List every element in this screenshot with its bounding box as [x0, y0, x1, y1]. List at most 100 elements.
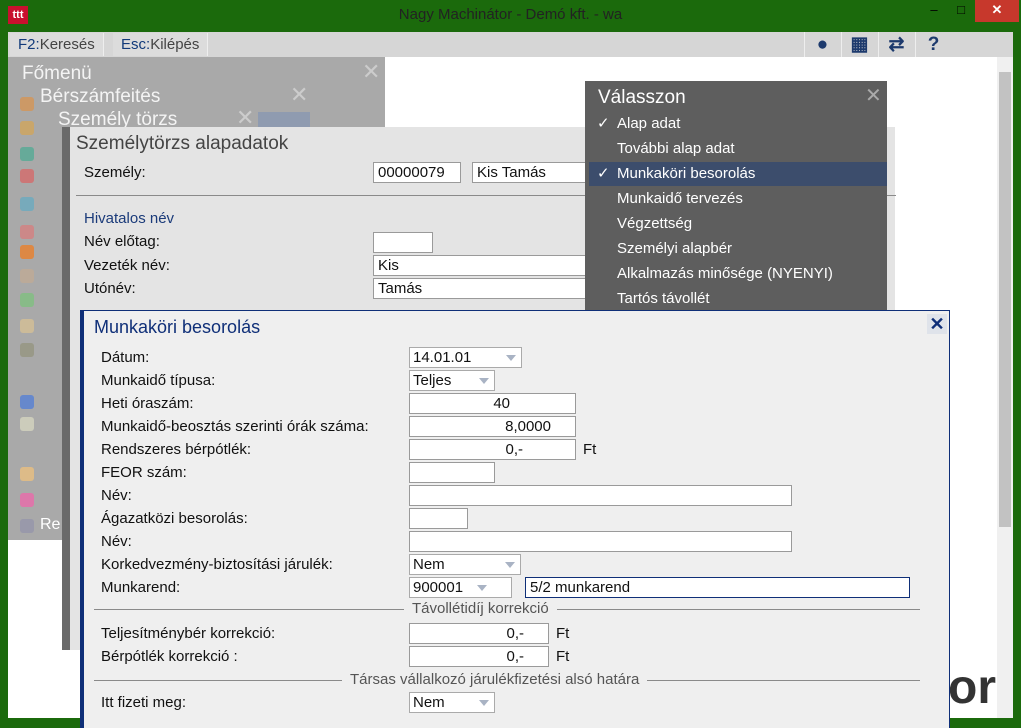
help-icon[interactable]: ? [915, 32, 951, 57]
nev1-label: Név: [101, 487, 132, 504]
menu-item-label: Munkaköri besorolás [617, 165, 756, 182]
beosztas-label: Munkaidő-beosztás szerinti órák száma: [101, 418, 369, 435]
close-icon[interactable]: ✕ [927, 314, 947, 334]
teljesitmeny-label: Teljesítménybér korrekció: [101, 625, 276, 642]
menu-item[interactable]: Személyi alapbér [589, 237, 887, 261]
exit-button[interactable]: Esc:Kilépés [113, 33, 209, 56]
vezeteknev-field[interactable]: Kis [373, 255, 593, 276]
menu-item-label: További alap adat [617, 140, 735, 157]
menu-close-icon[interactable]: ✕ [362, 59, 380, 85]
munkaido-tipusa-label: Munkaidő típusa: [101, 372, 216, 389]
munkaido-tipusa-select[interactable]: Teljes [409, 370, 495, 391]
currency-label: Ft [556, 625, 570, 642]
nev-elotag-label: Név előtag: [84, 233, 160, 250]
korked-label: Korkedvezmény-biztosítási járulék: [101, 556, 333, 573]
f2-key: F2: [18, 36, 40, 53]
feor-field[interactable] [409, 462, 495, 483]
berpotlek-field[interactable]: 0,- [409, 646, 549, 667]
szemely-id-field[interactable]: 00000079 [373, 162, 461, 183]
korked-select[interactable]: Nem [409, 554, 521, 575]
menu-icon [20, 269, 34, 283]
menu-icon [20, 245, 34, 259]
menu-item-label: Alap adat [617, 115, 681, 132]
menu-icon [20, 417, 34, 431]
potlek-label: Rendszeres bérpótlék: [101, 441, 252, 458]
menu-item-label: Személyi alapbér [617, 240, 733, 257]
exit-label: Kilépés [150, 36, 200, 53]
close-button[interactable]: ✕ [975, 0, 1019, 22]
menu-item[interactable]: Tartós távollét [589, 287, 887, 311]
dialog-title: Munkaköri besorolás [94, 317, 261, 337]
munkarend-code: 900001 [413, 579, 464, 596]
agazat-label: Ágazatközi besorolás: [101, 510, 248, 527]
currency-label: Ft [583, 441, 597, 458]
menu-title: Válasszon [598, 87, 686, 108]
itt-fizeti-value: Nem [413, 694, 445, 711]
teljesitmeny-field[interactable]: 0,- [409, 623, 549, 644]
close-icon[interactable]: ✕ [865, 83, 882, 108]
menu-item[interactable]: Munkaidő tervezés [589, 187, 887, 211]
munkarend-select[interactable]: 900001 [409, 577, 512, 598]
background-text: or [948, 661, 996, 714]
menu-item[interactable]: Alkalmazás minősége (NYENYI) [589, 262, 887, 286]
menu-icon [20, 319, 34, 333]
itt-fizeti-label: Itt fizeti meg: [101, 694, 187, 711]
utonev-label: Utónév: [84, 280, 136, 297]
submenu-close-icon[interactable]: ✕ [290, 82, 308, 108]
menu-item[interactable]: ✓ Alap adat [589, 112, 887, 136]
swap-icon[interactable]: ⇄ [878, 32, 914, 57]
menu-item-label: Tartós távollét [617, 290, 710, 307]
settings-icon [20, 519, 34, 533]
feor-label: FEOR szám: [101, 464, 187, 481]
menu-bérszámfejtés[interactable]: Bérszámfeités [40, 86, 160, 108]
datum-select[interactable]: 14.01.01 [409, 347, 522, 368]
menu-icon [20, 121, 34, 135]
section-heading: Hivatalos név [84, 210, 175, 227]
szemely-name-field[interactable]: Kis Tamás [472, 162, 592, 183]
minimize-button[interactable]: – [920, 0, 948, 22]
esc-key: Esc: [121, 36, 151, 53]
menu-icon [20, 147, 34, 161]
maximize-button[interactable]: □ [947, 0, 975, 22]
nev-elotag-field[interactable] [373, 232, 433, 253]
chevron-down-icon [479, 700, 489, 706]
utonev-field[interactable]: Tamás [373, 278, 593, 299]
dialog-title: Személytörzs alapadatok [76, 133, 289, 154]
szemely-label: Személy: [84, 164, 146, 181]
datum-label: Dátum: [101, 349, 150, 366]
menu-icon [20, 169, 34, 183]
korked-value: Nem [413, 556, 445, 573]
munkaido-tipusa-value: Teljes [413, 372, 452, 389]
menu-title: Főmenü [22, 63, 92, 84]
chevron-down-icon [477, 585, 487, 591]
menu-item[interactable]: Végzettség [589, 212, 887, 236]
munkarend-name-field[interactable]: 5/2 munkarend [525, 577, 910, 598]
currency-label: Ft [556, 648, 570, 665]
nev2-field[interactable] [409, 531, 792, 552]
checkmark-icon: ✓ [597, 165, 610, 182]
chevron-down-icon [479, 378, 489, 384]
chevron-down-icon [505, 562, 515, 568]
menu-icon [20, 225, 34, 239]
title-bar: ttt Nagy Machinátor - Demó kft. - wa – □… [0, 0, 1021, 30]
search-button[interactable]: F2:Keresés [10, 33, 104, 56]
nev1-field[interactable] [409, 485, 792, 506]
itt-fizeti-select[interactable]: Nem [409, 692, 495, 713]
user-icon[interactable]: ● [804, 32, 840, 57]
menu-item[interactable]: ✓ Munkaköri besorolás [589, 162, 887, 186]
menu-item[interactable]: További alap adat [589, 137, 887, 161]
agazat-field[interactable] [409, 508, 468, 529]
menu-item[interactable]: Re [40, 516, 60, 534]
toolbar: F2:Keresés Esc:Kilépés ● ▦ ⇄ ? [8, 32, 1013, 57]
grid-icon[interactable]: ▦ [841, 32, 877, 57]
menu-icon [20, 467, 34, 481]
menu-item-label: Alkalmazás minősége (NYENYI) [617, 265, 833, 282]
beosztas-field[interactable]: 8,0000 [409, 416, 576, 437]
chevron-down-icon [506, 355, 516, 361]
menu-icon [20, 493, 34, 507]
search-label: Keresés [39, 36, 95, 53]
potlek-field[interactable]: 0,- [409, 439, 576, 460]
menu-icon [20, 395, 34, 409]
scrollbar-thumb[interactable] [999, 72, 1011, 527]
heti-field[interactable]: 40 [409, 393, 576, 414]
